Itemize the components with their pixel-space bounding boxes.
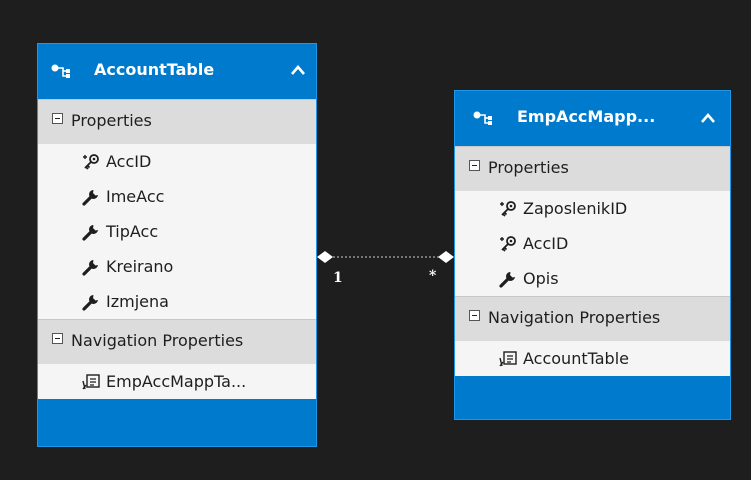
association-end-diamond-right[interactable]: [438, 251, 454, 263]
diagram-canvas: AccountTable Properties AccID ImeAcc Tip…: [0, 0, 751, 480]
association-end-diamond-left[interactable]: [317, 251, 333, 263]
multiplicity-left: 1: [333, 270, 343, 286]
association-connector[interactable]: [0, 0, 751, 480]
multiplicity-right: *: [429, 268, 437, 284]
